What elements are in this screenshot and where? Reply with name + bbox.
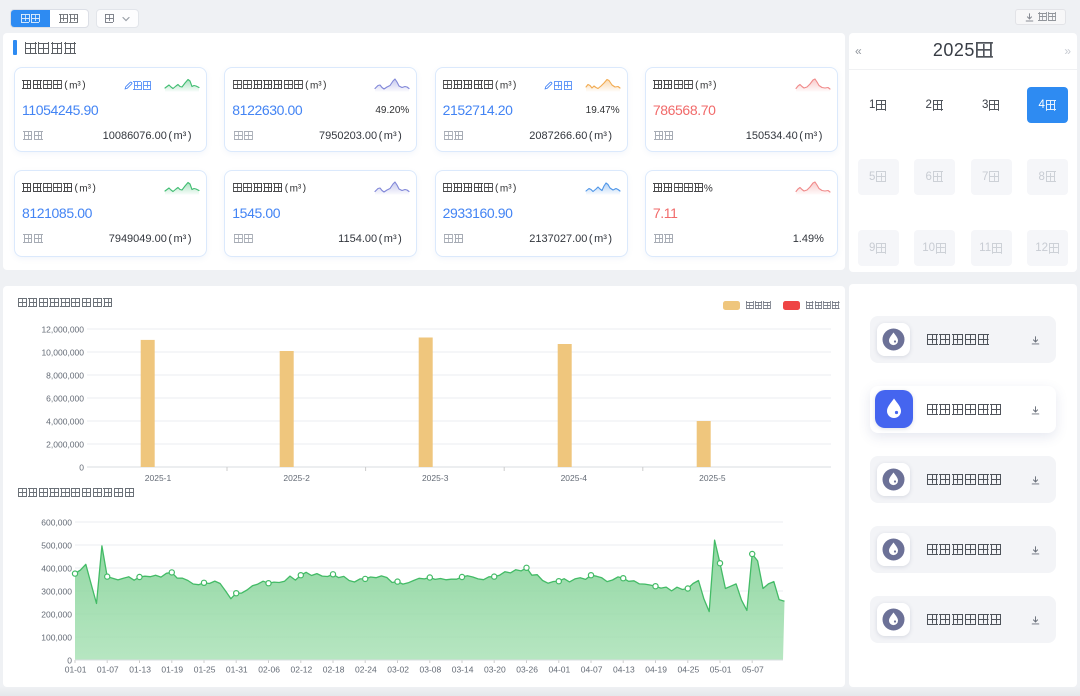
svg-text:500,000: 500,000	[41, 541, 72, 551]
svg-text:12,000,000: 12,000,000	[41, 325, 84, 335]
svg-text:01-31: 01-31	[226, 665, 248, 675]
svg-text:02-06: 02-06	[258, 665, 280, 675]
svg-text:03-08: 03-08	[420, 665, 442, 675]
svg-text:2025-5: 2025-5	[699, 473, 726, 483]
svg-text:2,000,000: 2,000,000	[46, 440, 84, 450]
svg-text:02-18: 02-18	[323, 665, 345, 675]
svg-text:0: 0	[79, 463, 84, 473]
svg-text:4,000,000: 4,000,000	[46, 417, 84, 427]
svg-text:600,000: 600,000	[41, 518, 72, 528]
svg-text:400,000: 400,000	[41, 564, 72, 574]
svg-text:02-24: 02-24	[355, 665, 377, 675]
svg-text:05-07: 05-07	[742, 665, 764, 675]
svg-text:6,000,000: 6,000,000	[46, 394, 84, 404]
svg-text:2025-2: 2025-2	[283, 473, 310, 483]
svg-text:03-26: 03-26	[516, 665, 538, 675]
svg-text:03-14: 03-14	[452, 665, 474, 675]
svg-text:05-01: 05-01	[710, 665, 732, 675]
svg-text:10,000,000: 10,000,000	[41, 348, 84, 358]
svg-text:2025-3: 2025-3	[422, 473, 449, 483]
svg-text:04-07: 04-07	[581, 665, 603, 675]
svg-text:100,000: 100,000	[41, 633, 72, 643]
svg-text:04-01: 04-01	[549, 665, 571, 675]
svg-text:04-19: 04-19	[645, 665, 667, 675]
svg-text:03-02: 03-02	[387, 665, 409, 675]
svg-text:200,000: 200,000	[41, 610, 72, 620]
svg-text:01-25: 01-25	[194, 665, 216, 675]
svg-text:01-07: 01-07	[97, 665, 119, 675]
svg-text:01-01: 01-01	[65, 665, 87, 675]
svg-text:2025-1: 2025-1	[145, 473, 172, 483]
svg-text:03-20: 03-20	[484, 665, 506, 675]
svg-text:300,000: 300,000	[41, 587, 72, 597]
svg-text:8,000,000: 8,000,000	[46, 371, 84, 381]
svg-text:2025-4: 2025-4	[561, 473, 588, 483]
svg-text:02-12: 02-12	[291, 665, 313, 675]
svg-text:04-13: 04-13	[613, 665, 635, 675]
svg-text:01-19: 01-19	[161, 665, 183, 675]
svg-text:04-25: 04-25	[678, 665, 700, 675]
svg-text:01-13: 01-13	[129, 665, 151, 675]
